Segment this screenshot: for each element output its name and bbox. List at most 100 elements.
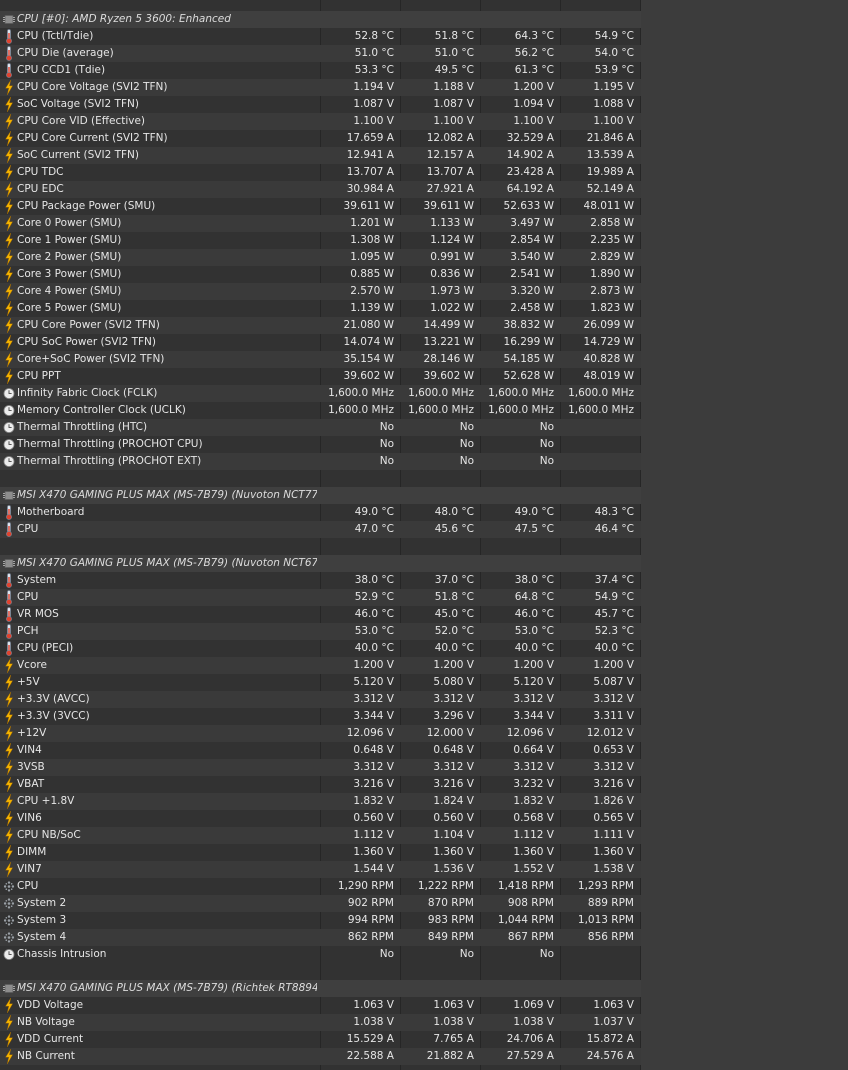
sensor-row[interactable]: VR MOS 46.0 °C 45.0 °C 46.0 °C 45.7 °C [0, 606, 641, 623]
sensor-label: VBAT [17, 778, 45, 790]
sensor-row[interactable]: Core 5 Power (SMU) 1.139 W 1.022 W 2.458 W 1… [0, 300, 641, 317]
sensor-label: Core 1 Power (SMU) [17, 234, 122, 246]
sensor-row[interactable]: Thermal Throttling (PROCHOT EXT) No No No [0, 453, 641, 470]
sensor-row[interactable]: VBAT 3.216 V 3.216 V 3.232 V 3.216 V [0, 776, 641, 793]
sensor-row[interactable]: SoC Current (SVI2 TFN) 12.941 A 12.157 A 14… [0, 147, 641, 164]
sensor-min-value: 12.157 A [426, 149, 474, 161]
sensor-avg-value: 3.312 V [593, 693, 634, 705]
sensor-row[interactable]: Thermal Throttling (HTC) No No No [0, 419, 641, 436]
sensor-max-value: No [539, 438, 554, 450]
sensor-min-value: 49.5 °C [434, 64, 474, 76]
sensor-avg-value: 1.538 V [593, 863, 634, 875]
sensor-avg-value: 12.012 V [586, 727, 634, 739]
sensor-max-value: 1.069 V [513, 999, 554, 1011]
sensor-current-value: 13.707 A [346, 166, 394, 178]
sensor-row[interactable]: CPU Core Current (SVI2 TFN) 17.659 A 12.08… [0, 130, 641, 147]
sensor-row[interactable]: System 38.0 °C 37.0 °C 38.0 °C 37.4 °C [0, 572, 641, 589]
sensor-row[interactable]: SoC Voltage (SVI2 TFN) 1.087 V 1.087 V 1.09… [0, 96, 641, 113]
sensor-row[interactable]: NB Current 22.588 A 21.882 A 27.529 A 24.576… [0, 1048, 641, 1065]
sensor-row[interactable]: 3VSB 3.312 V 3.312 V 3.312 V 3.312 V [0, 759, 641, 776]
sensor-row[interactable]: System 4 862 RPM 849 RPM 867 RPM 856 RPM [0, 929, 641, 946]
sensor-row[interactable]: Core 4 Power (SMU) 2.570 W 1.973 W 3.320 W 2… [0, 283, 641, 300]
sensor-group-title: MSI X470 GAMING PLUS MAX (MS-7B79) (Nuvo… [17, 489, 317, 501]
sensor-row[interactable]: +3.3V (AVCC) 3.312 V 3.312 V 3.312 V 3.312 V [0, 691, 641, 708]
lightning-icon [2, 776, 16, 793]
sensor-row[interactable]: CPU NB/SoC 1.112 V 1.104 V 1.112 V 1.111 V [0, 827, 641, 844]
sensor-row[interactable]: +3.3V (3VCC) 3.344 V 3.296 V 3.344 V 3.311 V [0, 708, 641, 725]
sensor-avg-value: 1.111 V [593, 829, 634, 841]
sensor-label: CPU (Tctl/Tdie) [17, 30, 94, 42]
sensor-row[interactable]: Thermal Throttling (PROCHOT CPU) No No No [0, 436, 641, 453]
sensor-current-value: 3.312 V [353, 761, 394, 773]
thermometer-icon [2, 521, 16, 538]
sensor-row[interactable]: Motherboard 49.0 °C 48.0 °C 49.0 °C 48.3 °C [0, 504, 641, 521]
sensor-group-header[interactable]: MSI X470 GAMING PLUS MAX (MS-7B79) (Nuvo… [0, 555, 641, 572]
sensor-row[interactable]: CPU Die (average) 51.0 °C 51.0 °C 56.2 °C 54… [0, 45, 641, 62]
sensor-row[interactable]: Core 3 Power (SMU) 0.885 W 0.836 W 2.541 W 1… [0, 266, 641, 283]
sensor-row[interactable]: +12V 12.096 V 12.000 V 12.096 V 12.012 V [0, 725, 641, 742]
sensor-row[interactable]: CPU (Tctl/Tdie) 52.8 °C 51.8 °C 64.3 °C 54.9… [0, 28, 641, 45]
sensor-row[interactable]: +5V 5.120 V 5.080 V 5.120 V 5.087 V [0, 674, 641, 691]
sensor-row[interactable]: CPU (PECI) 40.0 °C 40.0 °C 40.0 °C 40.0 °C [0, 640, 641, 657]
lightning-icon [2, 181, 16, 198]
sensor-row[interactable]: Vcore 1.200 V 1.200 V 1.200 V 1.200 V [0, 657, 641, 674]
sensor-row[interactable]: CPU Core Power (SVI2 TFN) 21.080 W 14.499 … [0, 317, 641, 334]
sensor-row[interactable]: CPU Package Power (SMU) 39.611 W 39.611 W 5… [0, 198, 641, 215]
sensor-max-value: 2.854 W [510, 234, 554, 246]
sensor-max-value: No [539, 421, 554, 433]
sensor-min-value: 1,222 RPM [417, 880, 474, 892]
sensor-row[interactable]: VIN6 0.560 V 0.560 V 0.568 V 0.565 V [0, 810, 641, 827]
sensor-label: 3VSB [17, 761, 45, 773]
sensor-max-value: 1.200 V [513, 659, 554, 671]
sensor-group-header[interactable]: CPU [#0]: AMD Ryzen 5 3600: Enhanced [0, 11, 641, 28]
sensor-max-value: 64.8 °C [514, 591, 554, 603]
sensor-row[interactable]: CPU PPT 39.602 W 39.602 W 52.628 W 48.019 W [0, 368, 641, 385]
sensor-row[interactable]: Core 0 Power (SMU) 1.201 W 1.133 W 3.497 W 2… [0, 215, 641, 232]
sensor-row[interactable]: Memory Controller Clock (UCLK) 1,600.0 MH… [0, 402, 641, 419]
sensor-max-value: 3.540 W [510, 251, 554, 263]
sensor-label: CPU Core VID (Effective) [17, 115, 146, 127]
sensor-group-header[interactable]: MSI X470 GAMING PLUS MAX (MS-7B79) (Rich… [0, 980, 641, 997]
sensor-current-value: 15.529 A [346, 1033, 394, 1045]
sensor-row[interactable]: Core 1 Power (SMU) 1.308 W 1.124 W 2.854 W 2… [0, 232, 641, 249]
sensor-row[interactable]: CPU SoC Power (SVI2 TFN) 14.074 W 13.221 W… [0, 334, 641, 351]
sensor-current-value: 1.100 V [353, 115, 394, 127]
sensor-label: Core 5 Power (SMU) [17, 302, 122, 314]
sensor-row[interactable]: DIMM 1.360 V 1.360 V 1.360 V 1.360 V [0, 844, 641, 861]
sensor-row[interactable]: VIN4 0.648 V 0.648 V 0.664 V 0.653 V [0, 742, 641, 759]
sensor-label: Core 2 Power (SMU) [17, 251, 122, 263]
sensor-max-value: 1.112 V [513, 829, 554, 841]
sensor-row[interactable]: CPU Core Voltage (SVI2 TFN) 1.194 V 1.188 … [0, 79, 641, 96]
sensor-row[interactable]: CPU EDC 30.984 A 27.921 A 64.192 A 52.149 A [0, 181, 641, 198]
sensor-row[interactable]: CPU 1,290 RPM 1,222 RPM 1,418 RPM 1,293 RPM [0, 878, 641, 895]
sensor-avg-value: 54.0 °C [594, 47, 634, 59]
sensor-row[interactable]: CPU 52.9 °C 51.8 °C 64.8 °C 54.9 °C [0, 589, 641, 606]
sensor-row[interactable]: Core+SoC Power (SVI2 TFN) 35.154 W 28.146 … [0, 351, 641, 368]
sensor-row[interactable]: CPU TDC 13.707 A 13.707 A 23.428 A 19.989 A [0, 164, 641, 181]
sensor-current-value: No [379, 421, 394, 433]
sensor-max-value: 1.832 V [513, 795, 554, 807]
sensor-max-value: 49.0 °C [514, 506, 554, 518]
sensor-row[interactable]: PCH 53.0 °C 52.0 °C 53.0 °C 52.3 °C [0, 623, 641, 640]
sensor-row[interactable]: CPU CCD1 (Tdie) 53.3 °C 49.5 °C 61.3 °C 53.9… [0, 62, 641, 79]
sensor-row[interactable]: CPU Core VID (Effective) 1.100 V 1.100 V 1.… [0, 113, 641, 130]
sensor-row[interactable]: Infinity Fabric Clock (FCLK) 1,600.0 MHz 1… [0, 385, 641, 402]
sensor-row[interactable]: System 3 994 RPM 983 RPM 1,044 RPM 1,013 RPM [0, 912, 641, 929]
sensor-row[interactable]: CPU +1.8V 1.832 V 1.824 V 1.832 V 1.826 V [0, 793, 641, 810]
sensor-avg-value: 3.216 V [593, 778, 634, 790]
sensor-row[interactable]: VIN7 1.544 V 1.536 V 1.552 V 1.538 V [0, 861, 641, 878]
sensor-min-value: 45.6 °C [434, 523, 474, 535]
sensor-row[interactable]: Core 2 Power (SMU) 1.095 W 0.991 W 3.540 W 2… [0, 249, 641, 266]
sensor-row[interactable]: System 2 902 RPM 870 RPM 908 RPM 889 RPM [0, 895, 641, 912]
sensor-label: CPU TDC [17, 166, 64, 178]
sensor-current-value: 1.200 V [353, 659, 394, 671]
fan-icon [2, 895, 16, 912]
sensor-row[interactable]: VDD Voltage 1.063 V 1.063 V 1.069 V 1.063 V [0, 997, 641, 1014]
sensor-row[interactable]: VDD Current 15.529 A 7.765 A 24.706 A 15.872… [0, 1031, 641, 1048]
sensor-label: CPU NB/SoC [17, 829, 81, 841]
sensor-group-header[interactable]: MSI X470 GAMING PLUS MAX (MS-7B79) (Nuvo… [0, 487, 641, 504]
sensor-row[interactable]: NB Voltage 1.038 V 1.038 V 1.038 V 1.037 V [0, 1014, 641, 1031]
sensor-label: CPU Die (average) [17, 47, 114, 59]
sensor-row[interactable]: CPU 47.0 °C 45.6 °C 47.5 °C 46.4 °C [0, 521, 641, 538]
sensor-row[interactable]: Chassis Intrusion No No No [0, 946, 641, 963]
